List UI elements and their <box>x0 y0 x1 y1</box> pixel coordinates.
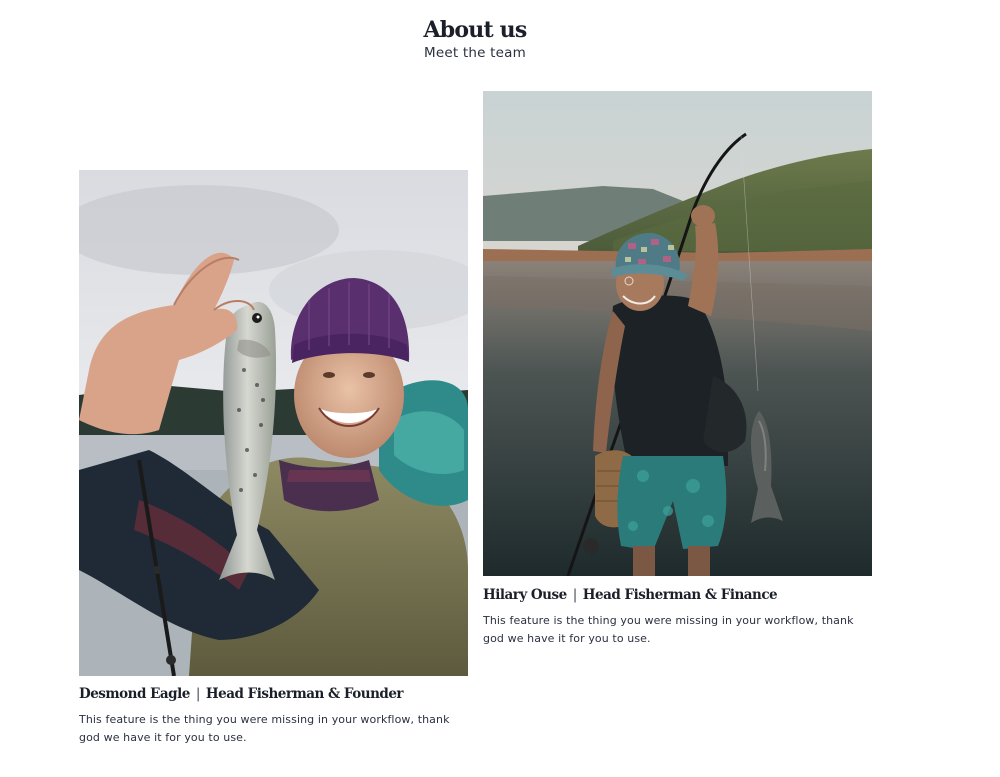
team-photo-desmond-eagle <box>79 170 468 676</box>
team-member-description: This feature is the thing you were missi… <box>79 713 450 744</box>
team-member-description: This feature is the thing you were missi… <box>483 614 854 645</box>
team-card-hilary-ouse: Hilary Ouse | Head Fisherman & Finance Thi… <box>483 91 872 647</box>
team-member-name: Hilary Ouse <box>483 587 567 603</box>
fisherman-holding-trout-photo <box>79 170 468 676</box>
page-subtitle: Meet the team <box>424 45 526 61</box>
heading-separator: | <box>572 587 578 603</box>
fisherman-at-lake-photo <box>483 91 872 576</box>
team-member-role: Head Fisherman & Finance <box>582 587 778 603</box>
team-card-desmond-eagle: Desmond Eagle | Head Fisherman & Founder T… <box>79 170 468 746</box>
team-member-role: Head Fisherman & Founder <box>205 686 404 702</box>
team-member-heading: Desmond Eagle | Head Fisherman & Founder <box>79 686 468 702</box>
heading-separator: | <box>195 686 201 702</box>
page-header: About us Meet the team <box>0 14 950 60</box>
page-title: About us <box>423 17 528 43</box>
team-member-name: Desmond Eagle <box>79 686 190 702</box>
team-photo-hilary-ouse <box>483 91 872 576</box>
team-member-heading: Hilary Ouse | Head Fisherman & Finance <box>483 587 872 603</box>
